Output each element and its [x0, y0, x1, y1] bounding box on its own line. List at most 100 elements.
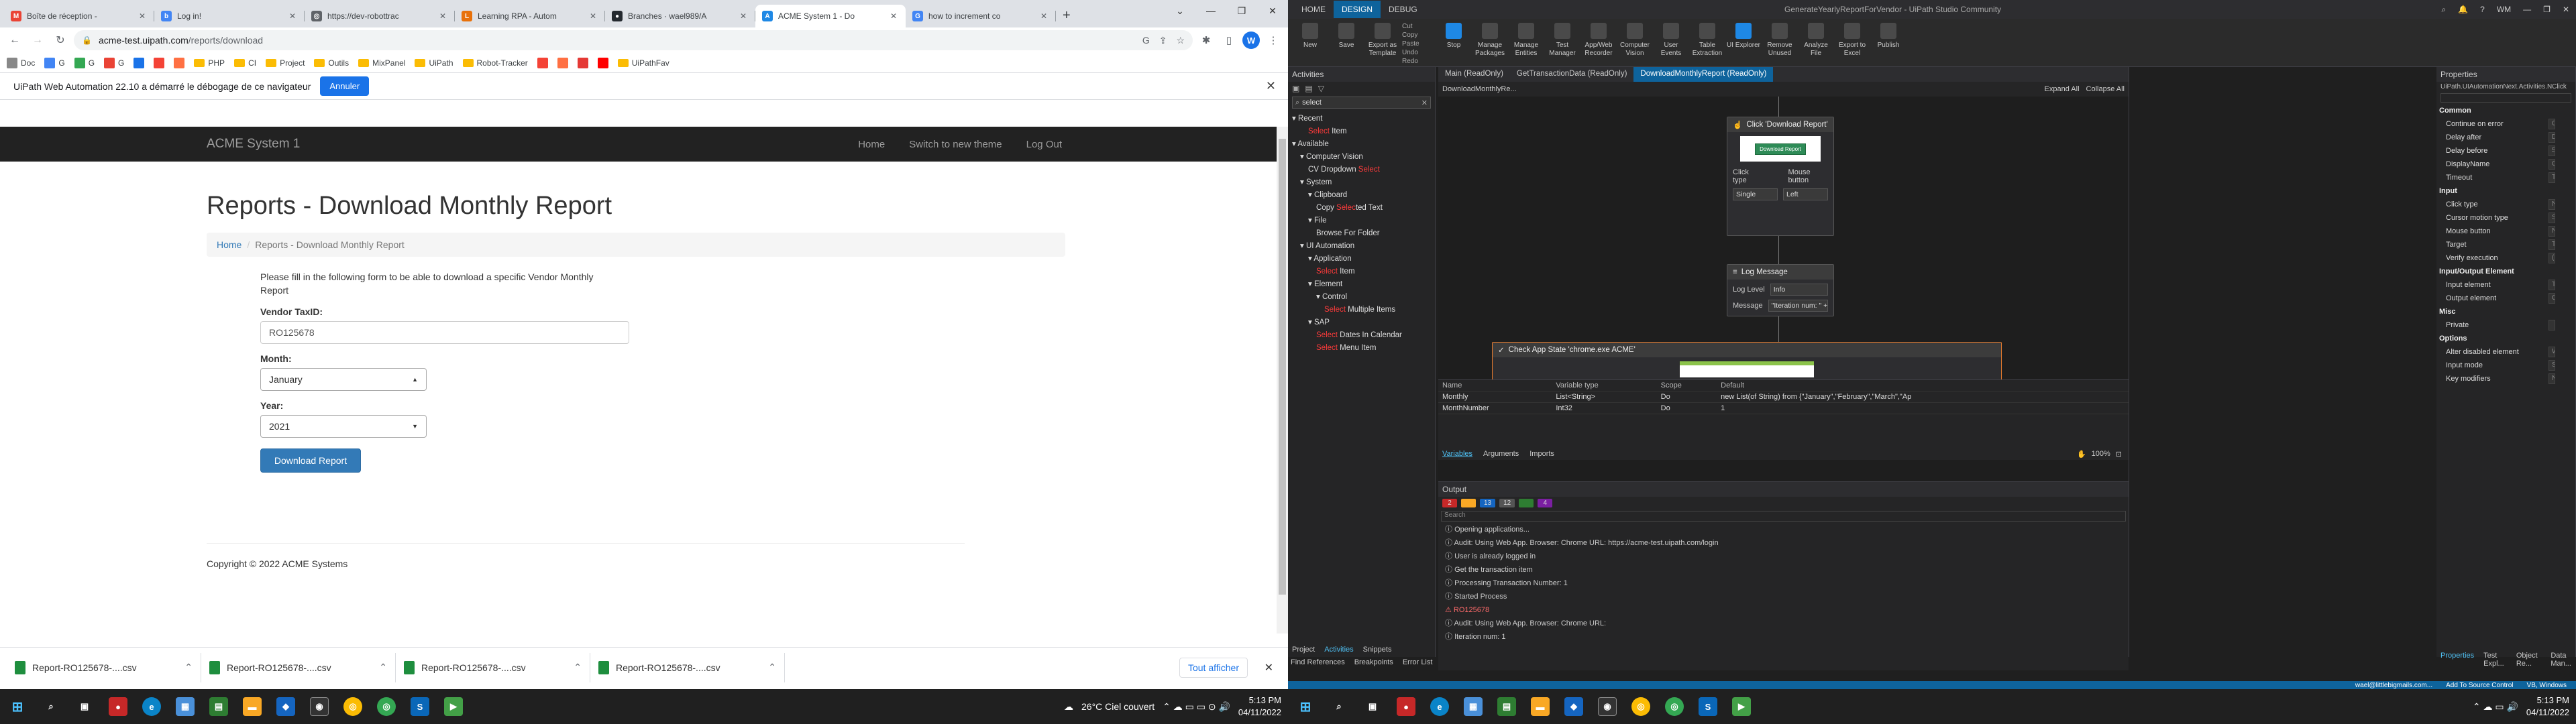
acme-nav-link[interactable]: Log Out [1026, 139, 1062, 150]
ribbon-small-button[interactable]: Paste [1402, 40, 1434, 48]
property-value[interactable]: Click 'Month' [2548, 159, 2555, 170]
filter-icon[interactable]: ▽ [1318, 84, 1324, 93]
fit-icon[interactable]: ⊡ [2116, 450, 2122, 459]
ribbon-button[interactable]: Manage Packages [1473, 23, 1507, 58]
ribbon-button[interactable]: UI Explorer [1727, 23, 1760, 50]
app-icon[interactable]: ◆ [276, 697, 295, 716]
property-category[interactable]: Misc [2436, 305, 2575, 318]
forward-icon[interactable]: → [28, 34, 47, 46]
bookmark-item[interactable]: PHP [194, 58, 225, 68]
tree-item[interactable]: ▾ Clipboard [1288, 189, 1435, 202]
bookmark-item[interactable] [154, 57, 165, 68]
document-tab[interactable]: GetTransactionData (ReadOnly) [1510, 67, 1633, 82]
ribbon-small-button[interactable]: Redo [1402, 58, 1434, 65]
panel-tab[interactable]: Project [1292, 646, 1315, 654]
chrome-icon[interactable]: ◎ [343, 697, 362, 716]
panel-tab[interactable]: Snippets [1363, 646, 1392, 654]
clock[interactable]: 5:13 PM 04/11/2022 [2526, 695, 2569, 719]
uipath-studio-icon[interactable]: S [411, 697, 429, 716]
download-item[interactable]: Report-RO125678-....csv ⌃ [7, 652, 201, 682]
bookmark-item[interactable]: UiPathFav [617, 58, 669, 68]
browser-tab[interactable]: Ghow to increment co ✕ [906, 5, 1056, 27]
property-value[interactable]: Specifies the type [2548, 213, 2555, 223]
log-message-activity[interactable]: ≡ Log Message Log Level Info Message "Iter… [1727, 264, 1834, 316]
pan-icon[interactable]: ✋ [2077, 450, 2086, 459]
menu-kebab-icon[interactable]: ⋮ [1264, 34, 1283, 46]
minimize-button[interactable]: — [2523, 5, 2531, 15]
address-bar[interactable]: 🔒 acme-test.uipath.com /reports/download… [74, 30, 1193, 50]
tree-item[interactable]: ▾ Computer Vision [1288, 151, 1435, 164]
property-value[interactable]: 5 [2548, 145, 2555, 156]
browser-tab[interactable]: L Learning RPA - Autom ✕ [455, 5, 605, 27]
output-line[interactable]: ⓘ User is already logged in [1438, 550, 2129, 563]
panel-tab[interactable]: Object Re... [2516, 652, 2541, 668]
tray-icons[interactable]: ⌃ ☁ ▭ ▭ ⊙ 🔊 [1163, 701, 1230, 713]
app-icon[interactable]: ◉ [1598, 697, 1617, 716]
app-icon[interactable]: ◉ [310, 697, 329, 716]
output-line[interactable]: ⓘ Audit: Using Web App. Browser: Chrome … [1438, 536, 2129, 550]
chrome-icon[interactable]: ◎ [1665, 697, 1684, 716]
download-item[interactable]: Report-RO125678-....csv ⌃ [396, 652, 590, 682]
ribbon-button[interactable]: Save [1330, 23, 1363, 50]
bookmark-item[interactable]: G [104, 57, 124, 68]
ribbon-button[interactable]: Table Extraction [1690, 23, 1724, 58]
page-scrollbar[interactable] [1277, 127, 1288, 634]
tree-item[interactable]: Browse For Folder [1288, 227, 1435, 240]
tree-item[interactable]: Select Item [1288, 265, 1435, 278]
tab-close-icon[interactable]: ✕ [137, 11, 148, 21]
output-line[interactable]: ⓘ Iteration num: 1 [1438, 630, 2129, 644]
document-tab[interactable]: Main (ReadOnly) [1438, 67, 1510, 82]
output-line[interactable]: ⓘ Started Process [1438, 590, 2129, 603]
app-icon[interactable]: ◆ [1564, 697, 1583, 716]
variables-tab[interactable]: Arguments [1483, 450, 1519, 458]
download-item[interactable]: Report-RO125678-....csv ⌃ [201, 652, 396, 682]
variable-cell[interactable]: new List(of String) from {"January","Feb… [1717, 391, 2129, 403]
output-line[interactable]: ⚠ RO125678 [1438, 603, 2129, 617]
output-line[interactable]: ⓘ Audit: Using Web App. Browser: Chrome … [1438, 617, 2129, 630]
tree-item[interactable]: Copy Selected Text [1288, 202, 1435, 215]
property-value[interactable]: Delay (in seconds) aft [2548, 132, 2555, 143]
bookmark-item[interactable] [577, 57, 588, 68]
close-window-button[interactable]: ✕ [1257, 0, 1288, 21]
variable-cell[interactable]: Do [1656, 391, 1717, 403]
output-search[interactable]: Search [1441, 511, 2126, 522]
help-icon[interactable]: ? [2480, 5, 2485, 15]
tree-item[interactable]: ▾ Recent [1288, 113, 1435, 125]
output-line[interactable]: ⓘ Processing Transaction Number: 1 [1438, 577, 2129, 590]
acme-brand[interactable]: ACME System 1 [207, 137, 858, 152]
tree-item[interactable]: ▾ UI Automation [1288, 240, 1435, 253]
explorer-icon[interactable]: ▬ [1531, 697, 1550, 716]
bookmark-item[interactable]: Outils [314, 58, 349, 68]
panel-tab[interactable]: Test Expl... [2483, 652, 2507, 668]
panel-tab[interactable]: Error List [1403, 658, 1433, 666]
bookmark-item[interactable]: UiPath [415, 58, 453, 68]
chevron-up-icon[interactable]: ⌃ [379, 662, 387, 673]
browser-tab[interactable]: b Log in! ✕ [154, 5, 305, 27]
collapse-icon[interactable]: ▤ [1305, 84, 1312, 93]
close-icon[interactable]: ✕ [1265, 661, 1273, 674]
property-category[interactable]: Common [2436, 104, 2575, 117]
property-value[interactable]: NMouseButton.Le [2548, 226, 2555, 237]
tree-item[interactable]: CV Dropdown Select [1288, 164, 1435, 176]
search-icon[interactable]: ⌕ [1330, 697, 1348, 716]
ribbon-button[interactable]: Stop [1437, 23, 1470, 50]
output-filter-toggle[interactable]: 2 [1442, 499, 1457, 507]
ribbon-small-button[interactable]: Undo [1402, 49, 1434, 56]
ribbon-button[interactable]: Computer Vision [1618, 23, 1652, 58]
variable-cell[interactable]: Int32 [1552, 402, 1657, 414]
variable-cell[interactable]: 1 [1717, 402, 2129, 414]
zoom-level[interactable]: 100% [2092, 450, 2110, 459]
tab-close-icon[interactable]: ✕ [437, 11, 448, 21]
mouse-button-select[interactable]: Left [1783, 188, 1828, 200]
output-filter-toggle[interactable]: 4 [1538, 499, 1553, 507]
tab-close-icon[interactable]: ✕ [888, 11, 899, 21]
click-target-preview[interactable]: Download Report [1740, 136, 1821, 162]
bookmark-item[interactable]: G [74, 57, 95, 68]
ribbon-tab[interactable]: DEBUG [1381, 1, 1426, 18]
download-report-button[interactable]: Download Report [260, 448, 361, 473]
back-icon[interactable]: ← [5, 34, 24, 46]
bookmark-item[interactable]: G [44, 57, 65, 68]
side-panel-icon[interactable]: ▯ [1220, 34, 1238, 46]
download-item[interactable]: Report-RO125678-....csv ⌃ [590, 652, 785, 682]
edge-icon[interactable]: e [142, 697, 161, 716]
